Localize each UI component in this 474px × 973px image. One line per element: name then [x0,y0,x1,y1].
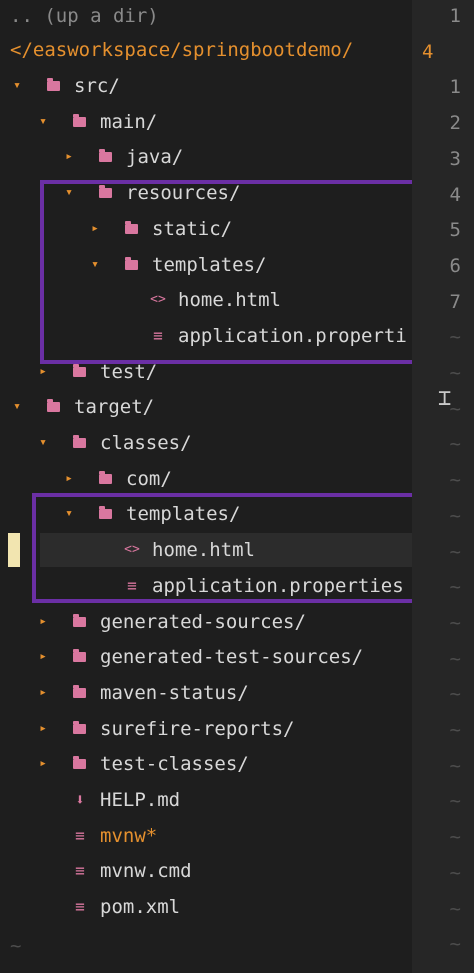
expanded-arrow-icon[interactable]: ▾ [10,70,24,102]
gutter-line: ~ [449,433,461,456]
gutter-line: 5 [449,219,461,242]
collapsed-arrow-icon[interactable]: ▸ [62,463,76,495]
tilde-marker: ~ [10,935,22,957]
gutter-line: ~ [449,861,461,884]
gutter-line: 1 [449,76,461,99]
gutter-line: ~ [449,897,461,920]
highlight-box-src-resources [40,180,446,364]
tree-item-label: pom.xml [100,896,181,919]
gutter-line: 2 [449,112,461,135]
folder-icon [73,720,86,734]
tree-item-label: java/ [126,146,184,169]
expanded-arrow-icon[interactable]: ▾ [36,427,50,459]
collapsed-arrow-icon[interactable]: ▸ [36,641,50,673]
folder-icon [73,435,86,448]
folder-icon [47,399,60,413]
cursor-block [8,533,20,567]
gutter-line: 7 [449,290,461,313]
folder-icon [73,684,86,698]
root-path-label: </easworkspace/springbootdemo/ [10,39,354,61]
gutter-line: ~ [449,576,461,599]
gutter-line: ~ [449,326,461,349]
folder-icon [73,649,86,663]
gutter-line: ~ [449,540,461,563]
folder-icon [73,613,86,627]
tree-item-label: classes/ [100,432,192,454]
tree-item-label: mvnw* [100,824,158,847]
download-icon: ⬇ [75,790,85,809]
gutter-line: ~ [449,933,461,956]
collapsed-arrow-icon[interactable]: ▸ [62,141,76,173]
folder-icon [73,113,86,127]
gutter-line: ~ [449,826,461,849]
text-cursor-icon: ⌶ [438,386,452,411]
file-text-icon: ≡ [75,861,85,881]
gutter-line: ~ [449,611,461,634]
tree-item-label: HELP.md [100,789,181,811]
tree-item-label: generated-test-sources/ [100,646,364,669]
gutter-line: ~ [449,504,461,527]
folder-icon [99,149,112,163]
gutter-line: ~ [449,469,461,492]
gutter-line: 3 [449,147,461,170]
gutter-line: 4 [422,40,434,63]
folder-icon [47,78,60,91]
tree-item-label: generated-sources/ [100,610,306,633]
expanded-arrow-icon[interactable]: ▾ [36,106,50,138]
tree-item-label: maven-status/ [100,681,249,704]
tree-item-label: mvnw.cmd [100,860,192,883]
file-explorer: .. (up a dir) </easworkspace/springbootd… [0,0,412,973]
gutter-line: ~ [449,647,461,670]
gutter-line: 1 [449,5,461,27]
tree-item-label: com/ [126,467,172,490]
tree-item-label: surefire-reports/ [100,717,295,740]
collapsed-arrow-icon[interactable]: ▸ [36,713,50,745]
tree-item-label: src/ [74,75,120,97]
gutter-line: ~ [449,362,461,384]
highlight-box-target-classes [32,493,446,603]
collapsed-arrow-icon[interactable]: ▸ [36,677,50,709]
gutter-line: ~ [449,754,461,777]
tree-item-label: test-classes/ [100,753,249,776]
tree-item-label: main/ [100,110,158,133]
file-text-icon: ≡ [75,825,85,845]
file-text-icon: ≡ [75,897,85,917]
gutter-line: ~ [449,719,461,741]
folder-icon [99,470,112,484]
tree-item-label: target/ [74,396,155,419]
folder-icon [73,756,86,770]
expanded-arrow-icon[interactable]: ▾ [10,391,24,423]
gutter-line: 6 [449,254,461,277]
gutter-line: ~ [449,790,461,813]
gutter-line: ~ [449,683,461,706]
folder-icon [73,363,86,377]
up-dir-label: .. (up a dir) [10,5,159,27]
gutter-line: 4 [449,183,461,206]
collapsed-arrow-icon[interactable]: ▸ [36,606,50,638]
collapsed-arrow-icon[interactable]: ▸ [36,748,50,780]
